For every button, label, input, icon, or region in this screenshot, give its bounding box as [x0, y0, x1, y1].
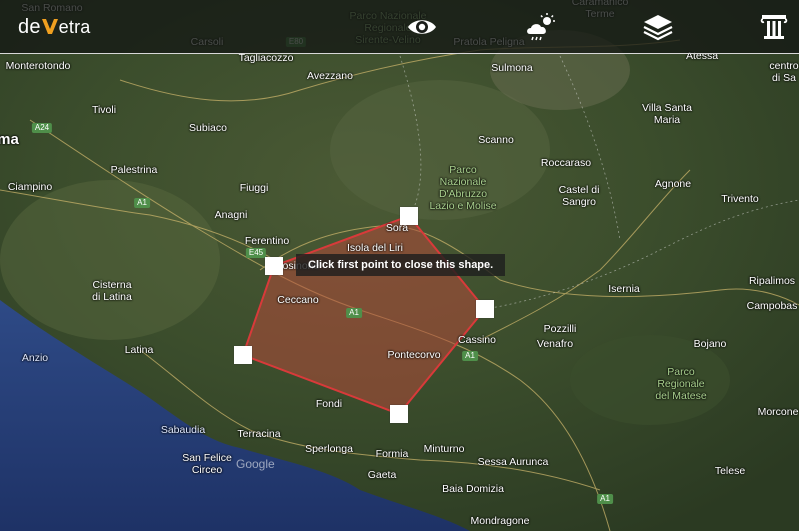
polygon-vertex-handle[interactable]: [265, 257, 283, 275]
map-place-label: Mondragone: [470, 515, 530, 527]
map-place-label: Avezzano: [307, 70, 353, 82]
map-place-label: Scanno: [478, 134, 514, 146]
highway-shield: A1: [134, 198, 150, 208]
map-place-label: Anagni: [214, 209, 248, 221]
map-place-label: Subiaco: [189, 122, 227, 134]
top-toolbar: de etra: [0, 0, 799, 54]
map-place-label: Latina: [124, 344, 154, 356]
map-place-label: Parco Regionale del Matese: [655, 366, 707, 402]
polygon-vertex-handle[interactable]: [390, 405, 408, 423]
monument-icon: [760, 15, 788, 39]
map-place-label: Isernia: [608, 283, 640, 295]
polygon-vertex-handle[interactable]: [476, 300, 494, 318]
map-place-label: Roccarasо: [540, 157, 592, 169]
map-place-label: Formia: [375, 448, 409, 460]
map-place-label: Sulmona: [491, 62, 533, 74]
polygon-vertex-handle[interactable]: [234, 346, 252, 364]
monument-button[interactable]: [756, 10, 792, 44]
map-place-label: Sessa Aurunca: [477, 456, 549, 468]
logo-text-left: de: [18, 16, 41, 38]
map-place-label: Anzio: [21, 352, 49, 364]
map-place-label: Cisterna di Latina: [92, 279, 132, 303]
map-watermark: Google: [236, 457, 275, 471]
visibility-button[interactable]: [404, 10, 440, 44]
map-place-label: ma: [0, 131, 19, 148]
map-place-label: Ferentino: [244, 235, 290, 247]
polygon-first-vertex-handle[interactable]: [400, 207, 418, 225]
map-place-label: centro di Sa: [769, 60, 799, 84]
map-place-label: Terracina: [237, 428, 281, 440]
map-place-label: Trivento: [721, 193, 759, 205]
logo-text-right: etra: [58, 17, 91, 37]
map-place-label: Parco Nazionale D'Abruzzo Lazio e Molise: [429, 164, 497, 212]
map-place-label: Minturno: [423, 443, 465, 455]
plain-area: [0, 180, 220, 340]
map-place-label: Isola del Liri: [346, 242, 404, 254]
map-place-label: Ceccano: [277, 294, 319, 306]
highway-shield: A1: [462, 351, 478, 361]
map-place-label: Tivoli: [91, 104, 117, 116]
map-place-label: Campobas: [746, 300, 798, 312]
map-place-label: San Felice Circeo: [182, 452, 232, 476]
layers-button[interactable]: [640, 10, 676, 44]
map-place-label: Palestrina: [110, 164, 158, 176]
map-place-label: Morcone: [757, 406, 799, 418]
layers-icon: [643, 15, 673, 41]
map-place-label: Cassino: [458, 334, 496, 346]
map-place-label: Agnone: [654, 178, 692, 190]
map-place-label: Telese: [714, 465, 746, 477]
highway-shield: A24: [31, 123, 53, 133]
map-place-label: Venafro: [536, 338, 574, 350]
highway-shield: E45: [245, 248, 267, 258]
map-place-label: Bojano: [693, 338, 727, 350]
logo-w-mark: [41, 19, 58, 34]
highway-shield: A1: [597, 494, 613, 504]
map-place-label: Gaeta: [367, 469, 397, 481]
map-place-label: Pontecorvo: [387, 349, 441, 361]
cloud-sun-icon: [527, 13, 555, 41]
map-place-label: Fondi: [315, 398, 343, 410]
map-place-label: Monterotondo: [5, 60, 71, 72]
map-place-label: Sperlonga: [305, 443, 353, 455]
map-place-label: Ripalimos: [748, 275, 796, 287]
map-place-label: Sabaudia: [160, 424, 206, 436]
weather-button[interactable]: [523, 10, 559, 44]
app-logo[interactable]: de etra: [18, 16, 90, 39]
map-place-label: Baia Domizia: [442, 483, 504, 495]
map-place-label: Fiuggi: [239, 182, 269, 194]
map-place-label: Ciampino: [7, 181, 53, 193]
eye-icon: [408, 20, 436, 34]
highway-shield: A1: [346, 308, 362, 318]
draw-tooltip: Click first point to close this shape.: [296, 254, 506, 276]
map-place-label: Castel di Sangro: [558, 184, 600, 208]
map-place-label: Pozzilli: [543, 323, 577, 335]
map-place-label: Villa Santa Maria: [641, 102, 693, 126]
